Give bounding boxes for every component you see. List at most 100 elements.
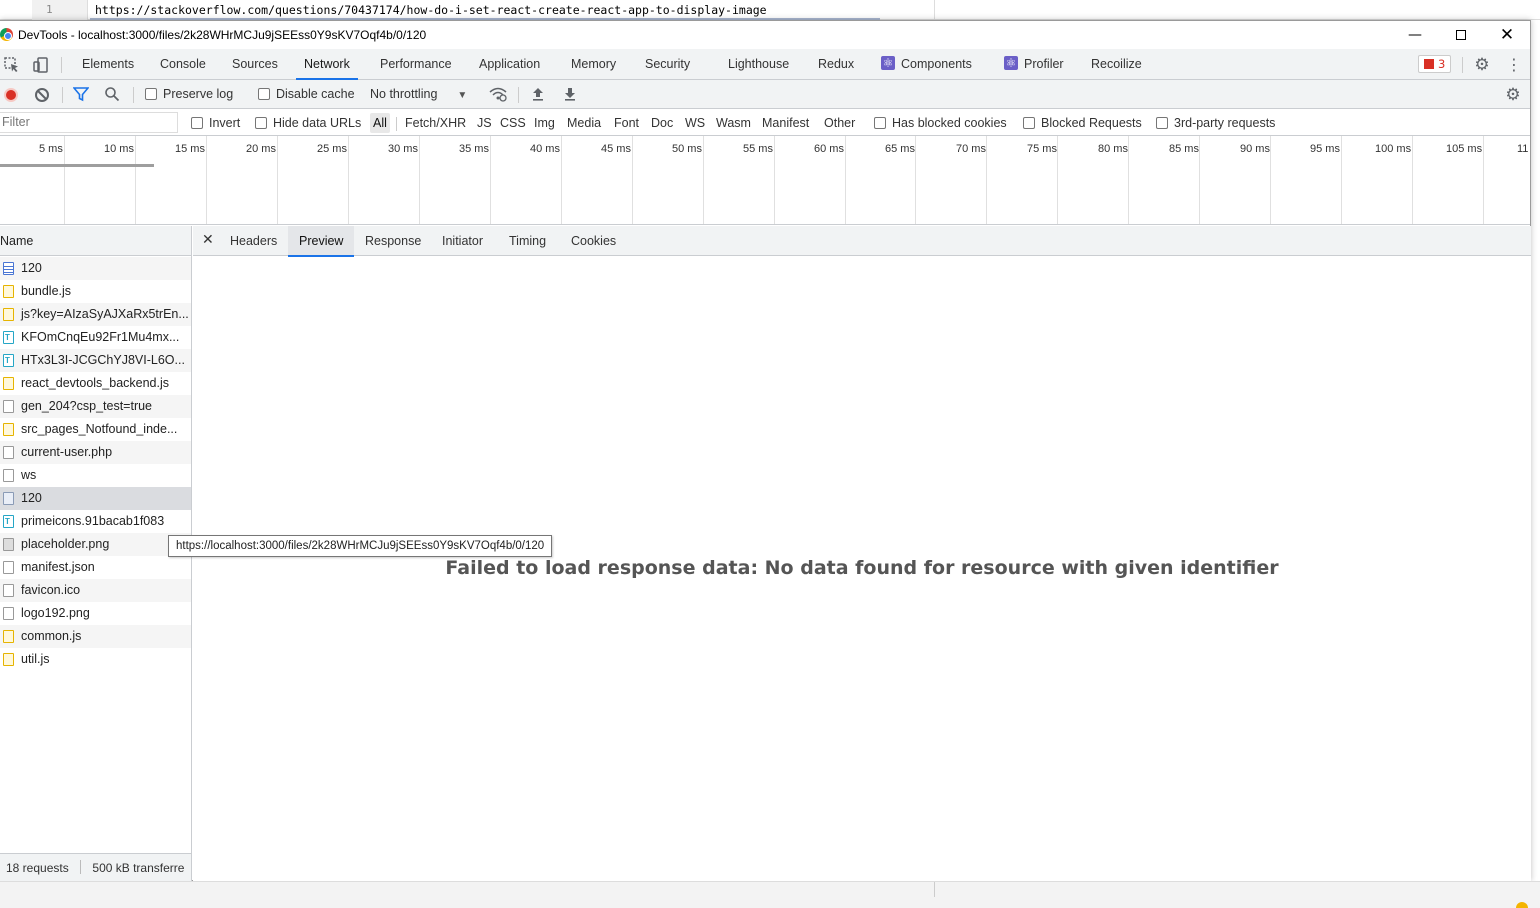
request-row[interactable]: current-user.php bbox=[0, 441, 191, 464]
tab-sources[interactable]: Sources bbox=[232, 49, 278, 79]
tab-response[interactable]: Response bbox=[365, 226, 421, 256]
request-row[interactable]: gen_204?csp_test=true bbox=[0, 395, 191, 418]
import-har-icon[interactable] bbox=[529, 86, 547, 104]
more-options-icon[interactable]: ⋮ bbox=[1505, 56, 1523, 74]
tab-cookies[interactable]: Cookies bbox=[571, 226, 616, 256]
checkbox-box bbox=[874, 117, 886, 129]
filter-type-font[interactable]: Font bbox=[614, 113, 639, 133]
tab-elements[interactable]: Elements bbox=[82, 49, 134, 79]
disable-cache-checkbox[interactable]: Disable cache bbox=[258, 80, 355, 109]
timeline-tick-label: 15 ms bbox=[175, 143, 205, 155]
request-name: util.js bbox=[21, 652, 50, 666]
timeline-gridline bbox=[1412, 136, 1413, 224]
request-row[interactable]: common.js bbox=[0, 625, 191, 648]
export-har-icon[interactable] bbox=[561, 86, 579, 104]
error-count-badge[interactable]: 3 bbox=[1418, 55, 1452, 73]
request-row[interactable]: 120 bbox=[0, 257, 191, 280]
filter-type-all[interactable]: All bbox=[370, 113, 390, 133]
network-conditions-icon[interactable] bbox=[489, 86, 507, 104]
filter-type-media[interactable]: Media bbox=[567, 113, 601, 133]
request-row[interactable]: logo192.png bbox=[0, 602, 191, 625]
tab-recoilize[interactable]: Recoilize bbox=[1091, 49, 1142, 79]
tab-console[interactable]: Console bbox=[160, 49, 206, 79]
inspect-element-icon[interactable] bbox=[3, 56, 21, 74]
checkbox-box bbox=[1023, 117, 1035, 129]
timeline-tick-label: 10 ms bbox=[104, 143, 134, 155]
close-window-button[interactable]: ✕ bbox=[1484, 21, 1530, 49]
filter-funnel-icon[interactable] bbox=[72, 86, 90, 104]
filter-type-wasm[interactable]: Wasm bbox=[716, 113, 751, 133]
blocked-requests-checkbox[interactable]: Blocked Requests bbox=[1023, 113, 1142, 133]
tab-headers[interactable]: Headers bbox=[230, 226, 277, 256]
maximize-button[interactable] bbox=[1438, 21, 1484, 49]
filter-type-ws[interactable]: WS bbox=[685, 113, 705, 133]
filter-type-fetch-xhr[interactable]: Fetch/XHR bbox=[405, 113, 466, 133]
settings-gear-icon[interactable]: ⚙ bbox=[1473, 56, 1491, 74]
timeline-request-bar bbox=[0, 164, 154, 167]
third-party-requests-checkbox[interactable]: 3rd-party requests bbox=[1156, 113, 1275, 133]
name-column-header[interactable]: Name bbox=[0, 226, 191, 256]
filter-type-css[interactable]: CSS bbox=[500, 113, 526, 133]
request-row[interactable]: react_devtools_backend.js bbox=[0, 372, 191, 395]
hide-data-urls-checkbox[interactable]: Hide data URLs bbox=[255, 113, 361, 133]
tab-components[interactable]: Components bbox=[881, 48, 972, 79]
preserve-log-checkbox[interactable]: Preserve log bbox=[145, 80, 233, 109]
tab-redux[interactable]: Redux bbox=[818, 49, 854, 79]
request-name: 120 bbox=[21, 491, 42, 505]
request-row[interactable]: js?key=AIzaSyAJXaRx5trEn... bbox=[0, 303, 191, 326]
tab-application[interactable]: Application bbox=[479, 49, 540, 79]
timeline-gridline bbox=[774, 136, 775, 224]
timeline-gridline bbox=[64, 136, 65, 224]
timeline-tick-label: 50 ms bbox=[672, 143, 702, 155]
search-icon[interactable] bbox=[103, 86, 121, 104]
request-row[interactable]: bundle.js bbox=[0, 280, 191, 303]
blocked-requests-label: Blocked Requests bbox=[1041, 116, 1142, 130]
tab-preview[interactable]: Preview bbox=[288, 226, 355, 257]
filter-type-other[interactable]: Other bbox=[824, 113, 855, 133]
timeline-tick-label: 45 ms bbox=[601, 143, 631, 155]
request-row-selected[interactable]: 120 bbox=[0, 487, 191, 510]
filter-bar: Filter Invert Hide data URLs All Fetch/X… bbox=[0, 109, 1530, 136]
request-row[interactable]: HTx3L3I-JCGChYJ8VI-L6O... bbox=[0, 349, 191, 372]
request-row[interactable]: KFOmCnqEu92Fr1Mu4mx... bbox=[0, 326, 191, 349]
filter-type-img[interactable]: Img bbox=[534, 113, 555, 133]
font-icon bbox=[3, 510, 14, 533]
request-row[interactable]: util.js bbox=[0, 648, 191, 671]
tab-profiler[interactable]: Profiler bbox=[1004, 48, 1064, 79]
record-button[interactable] bbox=[4, 88, 18, 102]
tab-divider bbox=[1462, 57, 1463, 73]
filter-type-manifest[interactable]: Manifest bbox=[762, 113, 809, 133]
request-row[interactable]: src_pages_Notfound_inde... bbox=[0, 418, 191, 441]
tab-initiator[interactable]: Initiator bbox=[442, 226, 483, 256]
timeline-gridline bbox=[277, 136, 278, 224]
file-icon bbox=[3, 607, 14, 620]
request-row[interactable]: ws bbox=[0, 464, 191, 487]
request-row[interactable]: primeicons.91bacab1f083 bbox=[0, 510, 191, 533]
device-toolbar-icon[interactable] bbox=[32, 56, 50, 74]
invert-checkbox[interactable]: Invert bbox=[191, 113, 240, 133]
filter-type-js[interactable]: JS bbox=[477, 113, 492, 133]
tab-lighthouse[interactable]: Lighthouse bbox=[728, 49, 789, 79]
filter-type-doc[interactable]: Doc bbox=[651, 113, 673, 133]
close-details-icon[interactable]: ✕ bbox=[202, 226, 214, 254]
checkbox-box bbox=[255, 117, 267, 129]
has-blocked-cookies-checkbox[interactable]: Has blocked cookies bbox=[874, 113, 1007, 133]
checkbox-box bbox=[191, 117, 203, 129]
timeline-tick-label: 100 ms bbox=[1375, 143, 1412, 155]
tab-security[interactable]: Security bbox=[645, 49, 690, 79]
filter-input[interactable]: Filter bbox=[0, 112, 178, 133]
request-row[interactable]: placeholder.png bbox=[0, 533, 191, 556]
minimize-button[interactable]: — bbox=[1392, 21, 1438, 49]
hide-data-urls-label: Hide data URLs bbox=[273, 116, 362, 130]
tab-timing[interactable]: Timing bbox=[509, 226, 546, 256]
tab-performance[interactable]: Performance bbox=[380, 49, 452, 79]
tab-network[interactable]: Network bbox=[296, 49, 358, 80]
throttling-select[interactable]: No throttling ▼ bbox=[370, 80, 467, 109]
tab-memory[interactable]: Memory bbox=[571, 49, 616, 79]
request-row[interactable]: favicon.ico bbox=[0, 579, 191, 602]
timeline-overview[interactable]: 5 ms 10 ms 15 ms 20 ms 25 ms 30 ms 35 ms… bbox=[0, 136, 1530, 225]
clear-icon[interactable] bbox=[35, 88, 49, 102]
network-settings-gear-icon[interactable]: ⚙ bbox=[1504, 86, 1522, 104]
request-row[interactable]: manifest.json bbox=[0, 556, 191, 579]
preserve-log-label: Preserve log bbox=[163, 87, 234, 101]
